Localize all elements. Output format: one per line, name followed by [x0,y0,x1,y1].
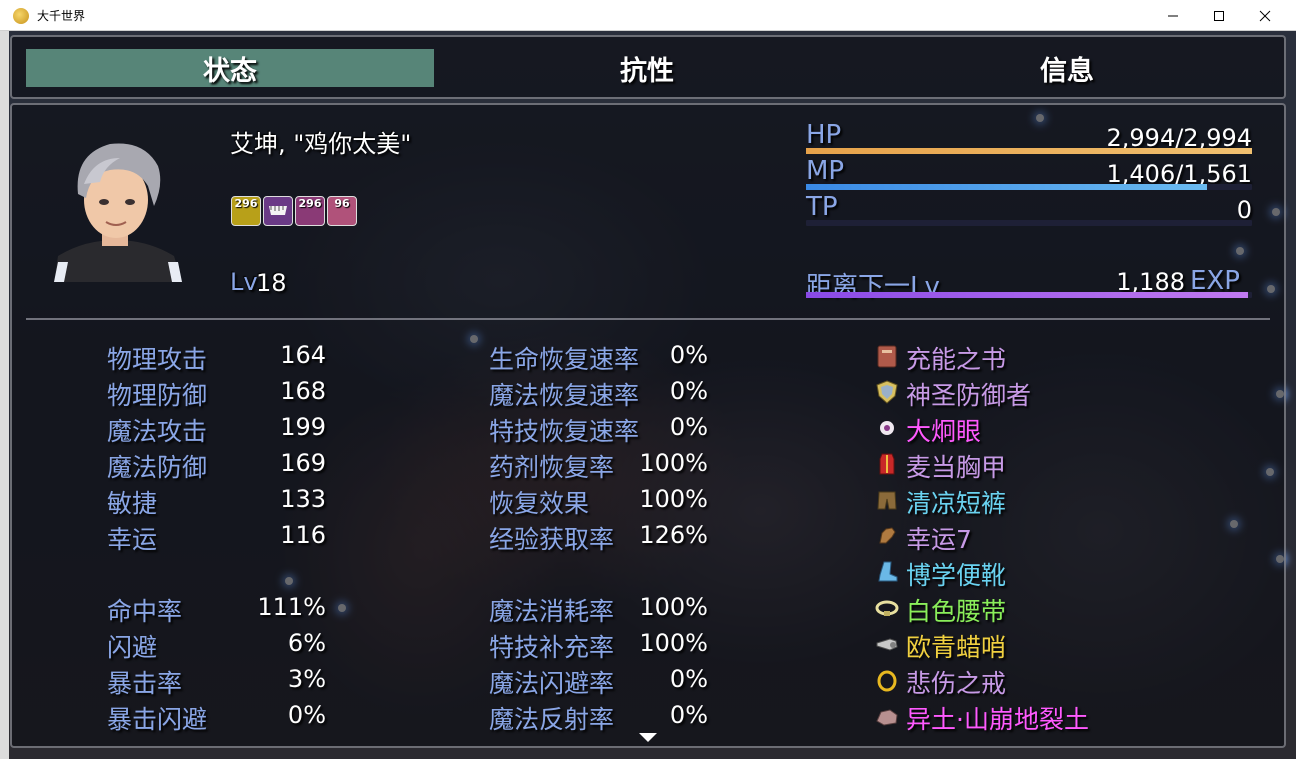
glove-icon [873,522,901,550]
equipment-item[interactable]: 博学便靴 [906,556,1006,592]
param-value: 111% [257,593,326,621]
equipment-item[interactable]: 幸运7 [906,520,972,556]
equipment-item[interactable]: 充能之书 [906,340,1006,376]
armor-icon [873,450,901,478]
param-value: 0% [669,377,708,405]
mp-gauge [806,184,1252,190]
ankh-icon: 296 [231,196,261,226]
equipment-item[interactable]: 大炯眼 [906,412,981,448]
exp-gauge-fill [806,292,1248,298]
param-label: 闪避 [107,633,158,662]
boot-icon [873,558,901,586]
mp-gauge-fill [806,184,1208,190]
hp-gauge [806,148,1252,154]
param-label: 魔法闪避率 [489,669,615,698]
param-value: 100% [639,629,708,657]
actor-name: 艾坤, "鸡你太美" [230,130,412,158]
param-value: 100% [639,449,708,477]
teeth-icon [263,196,293,226]
param-value: 0% [669,413,708,441]
shorts-icon [873,486,901,514]
window-titlebar: 大千世界 [0,0,1296,31]
param-label: 命中率 [107,597,183,626]
param-label: 幸运 [107,525,158,554]
tab-status[interactable]: 状态 [26,49,434,87]
param-value: 3% [287,665,326,693]
stone-icon [873,702,901,730]
param-label: 物理攻击 [107,345,208,374]
param-label: 魔法攻击 [107,417,208,446]
param-value: 100% [639,593,708,621]
param-value: 116 [280,521,326,549]
param-label: 物理防御 [107,381,208,410]
app-icon [13,8,29,24]
param-value: 0% [669,341,708,369]
desktop-edge [0,31,9,759]
param-value: 169 [280,449,326,477]
minimize-icon [1168,15,1178,16]
close-icon [1259,10,1271,21]
fist-icon: 96 [327,196,357,226]
equipment-item[interactable]: 清凉短裤 [906,484,1006,520]
param-value: 100% [639,485,708,513]
equipment-item[interactable]: 麦当胸甲 [906,448,1006,484]
divider [26,318,1270,320]
tab-info[interactable]: 信息 [862,49,1272,87]
param-label: 魔法反射率 [489,705,615,734]
equipment-item[interactable]: 异土·山崩地裂土 [906,700,1089,736]
minimize-button[interactable] [1150,0,1196,31]
param-label: 药剂恢复率 [489,453,615,482]
equipment-item[interactable]: 白色腰带 [906,592,1006,628]
shield-icon [873,378,901,406]
maximize-button[interactable] [1196,0,1242,31]
close-button[interactable] [1242,0,1288,31]
param-label: 生命恢复速率 [489,345,640,374]
param-value: 0% [669,665,708,693]
actor-portrait [54,143,182,282]
param-value: 164 [280,341,326,369]
param-value: 133 [280,485,326,513]
param-value: 168 [280,377,326,405]
param-label: 魔法消耗率 [489,597,615,626]
param-value: 0% [669,701,708,729]
param-label: 经验获取率 [489,525,615,554]
state-turns: 96 [334,197,350,210]
eyeball-icon [873,414,901,442]
scroll-down-icon[interactable] [639,733,657,742]
param-label: 魔法防御 [107,453,208,482]
param-label: 敏捷 [107,489,158,518]
param-label: 暴击率 [107,669,183,698]
state-turns: 296 [298,197,322,210]
equipment-item[interactable]: 悲伤之戒 [906,664,1006,700]
ghost-icon: 296 [295,196,325,226]
maximize-icon [1214,10,1224,21]
equipment-item[interactable]: 欧青蜡哨 [906,628,1006,664]
tab-resistance[interactable]: 抗性 [442,49,852,87]
param-label: 魔法恢复速率 [489,381,640,410]
hp-label: HP [806,120,842,150]
state-turns: 296 [234,197,258,210]
param-value: 126% [639,521,708,549]
equipment-item[interactable]: 神圣防御者 [906,376,1031,412]
hp-gauge-fill [806,148,1252,154]
ring-icon [873,666,901,694]
level-label: Lv [230,268,258,296]
param-label: 恢复效果 [489,489,590,518]
belt-icon [873,594,901,622]
window-title: 大千世界 [37,9,86,23]
tp-gauge [806,220,1252,226]
command-window: 状态 抗性 信息 [10,35,1286,99]
param-label: 暴击闪避 [107,705,208,734]
mp-label: MP [806,156,845,186]
book-icon [873,342,901,370]
param-value: 199 [280,413,326,441]
exp-gauge [806,292,1252,298]
whistle-icon [873,630,901,658]
tp-label: TP [806,192,838,222]
level-value: 18 [256,269,287,297]
param-value: 6% [287,629,326,657]
param-label: 特技恢复速率 [489,417,640,446]
param-label: 特技补充率 [489,633,615,662]
param-value: 0% [287,701,326,729]
